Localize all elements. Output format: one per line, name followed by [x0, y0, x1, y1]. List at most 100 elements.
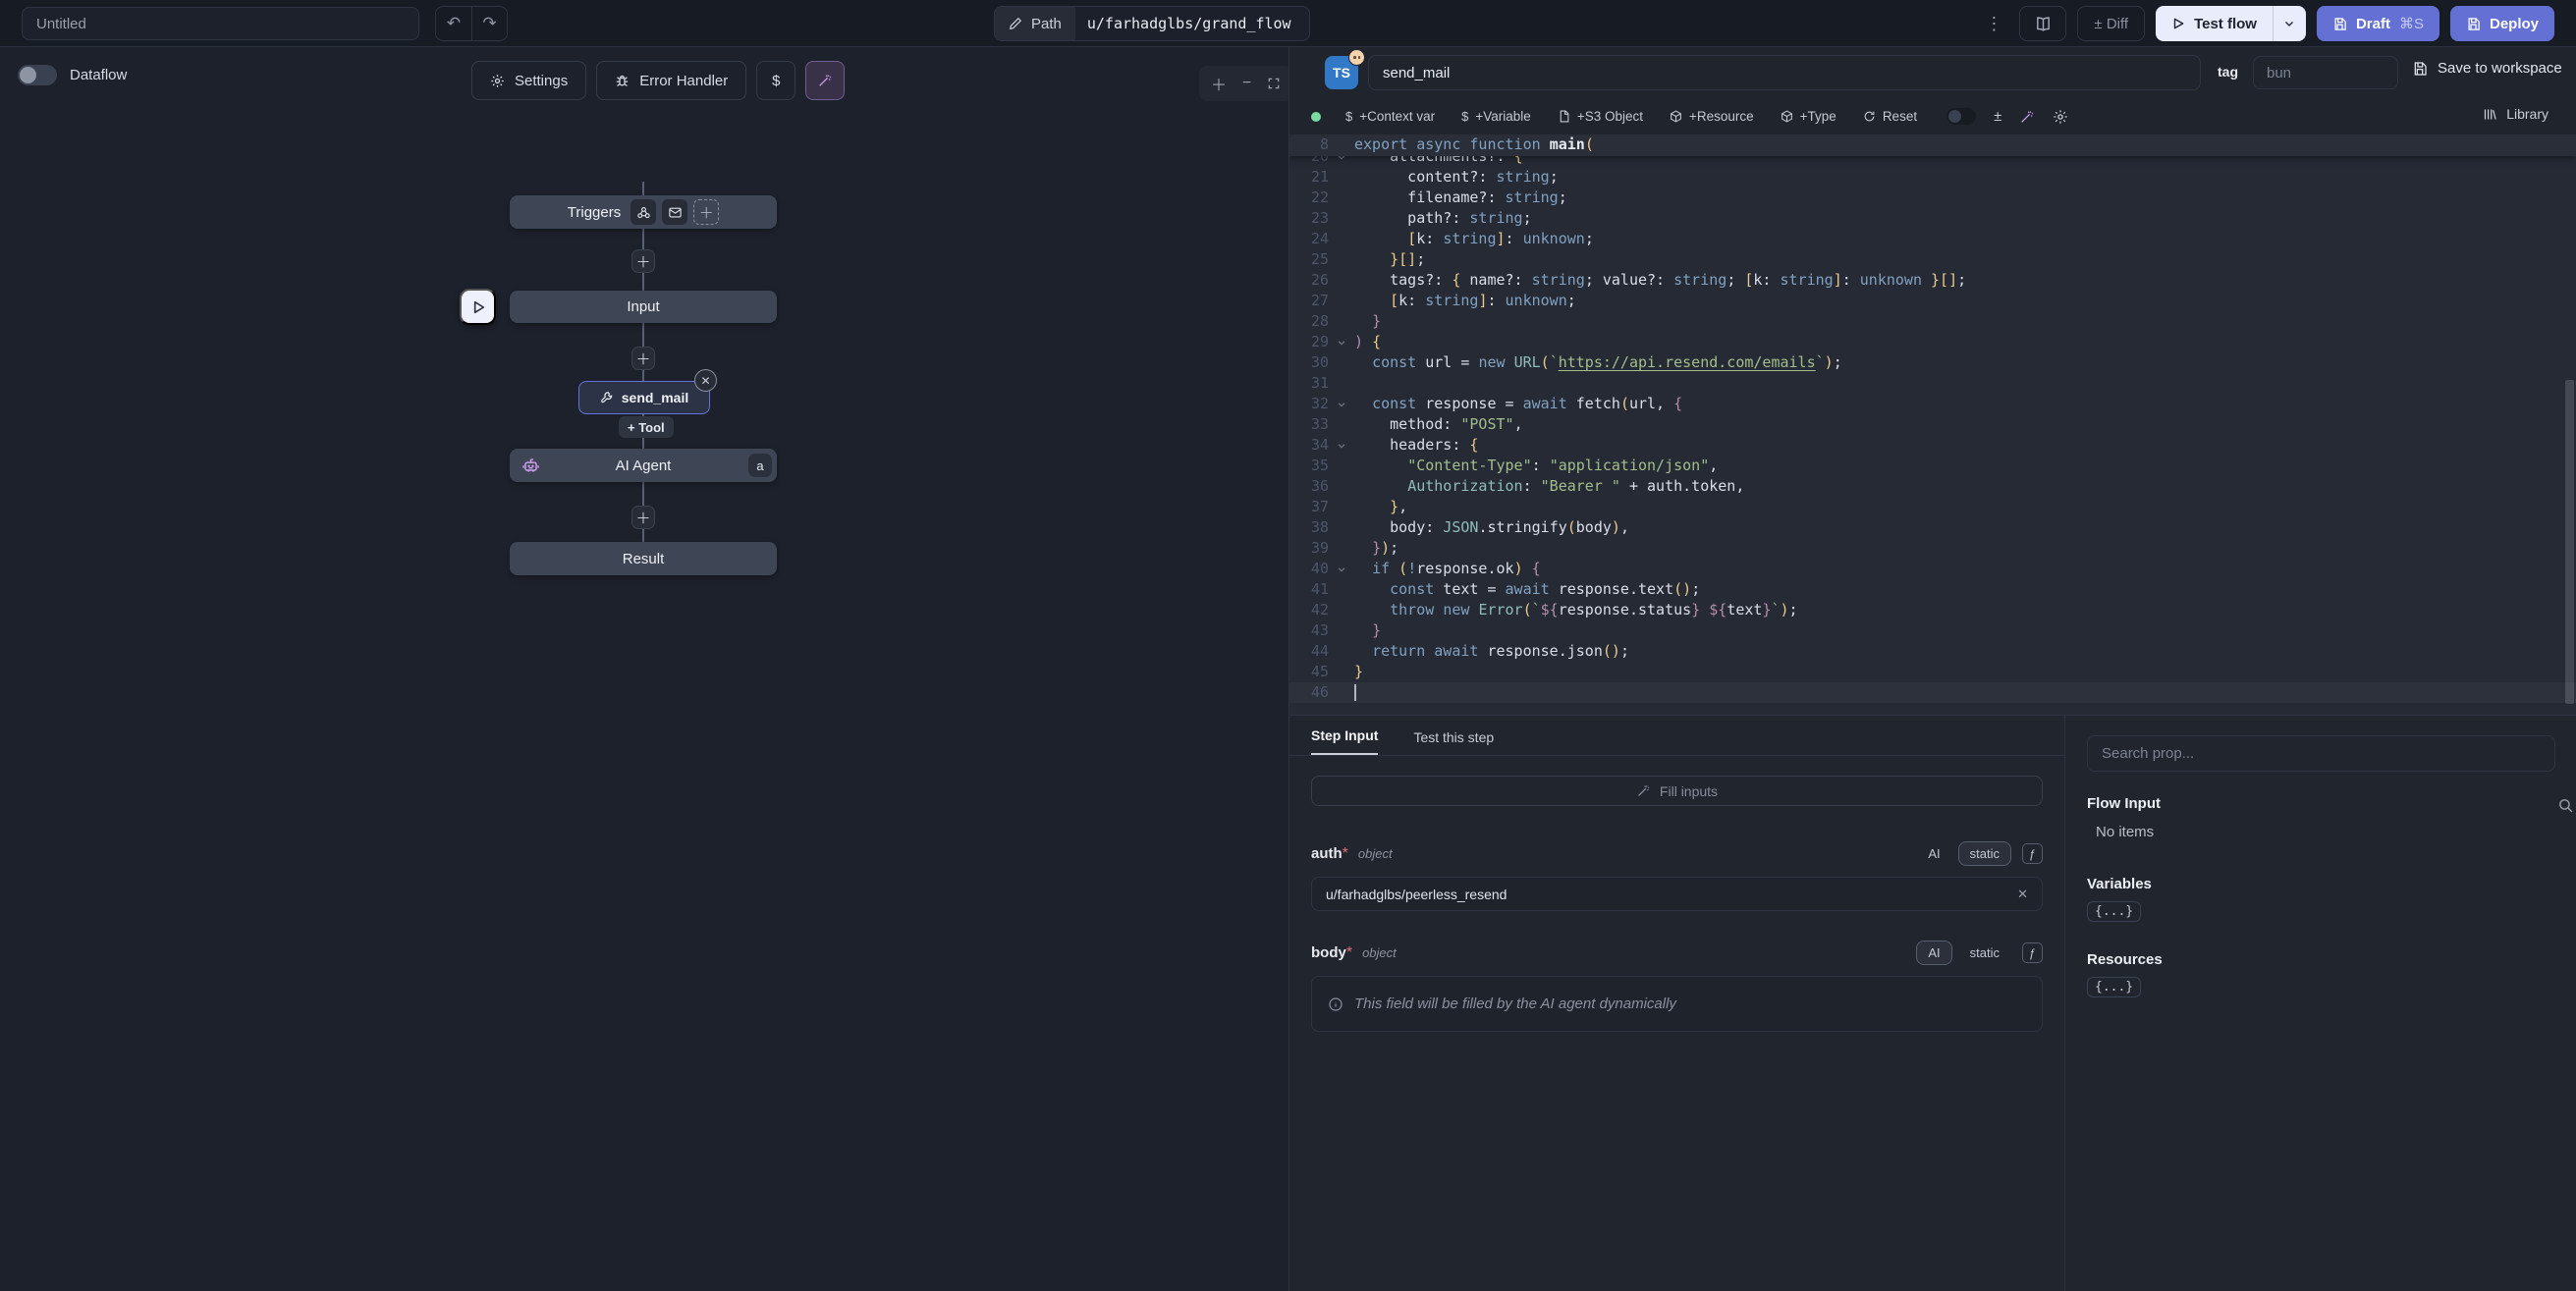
- ai-wand-button[interactable]: [805, 61, 845, 100]
- code-line-46[interactable]: 46: [1289, 682, 2576, 703]
- variables-object-badge[interactable]: {...}: [2087, 901, 2141, 922]
- step-name-input[interactable]: send_mail: [1368, 55, 2201, 90]
- fit-view-button[interactable]: [1267, 77, 1281, 90]
- code-line-39[interactable]: 39 });: [1289, 538, 2576, 559]
- diff-button[interactable]: ± Diff: [2077, 6, 2145, 41]
- auth-mode-static-button[interactable]: static: [1958, 841, 2011, 866]
- deploy-button[interactable]: Deploy: [2450, 6, 2554, 41]
- code-line-24[interactable]: 24 [k: string]: unknown;: [1289, 229, 2576, 249]
- code-line-29[interactable]: 29) {: [1289, 332, 2576, 352]
- test-flow-button[interactable]: Test flow: [2156, 16, 2273, 32]
- code-line-36[interactable]: 36 Authorization: "Bearer " + auth.token…: [1289, 476, 2576, 497]
- result-node[interactable]: Result: [510, 542, 777, 575]
- code-line-43[interactable]: 43 }: [1289, 620, 2576, 641]
- expression-toggle-icon[interactable]: ƒ: [2022, 843, 2043, 864]
- more-menu-button[interactable]: ⋮: [1979, 14, 2008, 34]
- required-marker: *: [1346, 944, 1352, 962]
- code-line-30[interactable]: 30 const url = new URL(`https://api.rese…: [1289, 352, 2576, 373]
- flow-title-input[interactable]: Untitled: [22, 7, 419, 40]
- settings-button[interactable]: Settings: [471, 61, 586, 100]
- zoom-out-button[interactable]: −: [1242, 75, 1251, 92]
- ai-agent-node[interactable]: AI Agent a: [510, 449, 777, 482]
- add-trigger-button[interactable]: ＋: [693, 199, 719, 225]
- field-name: auth: [1311, 845, 1343, 862]
- code-line-23[interactable]: 23 path?: string;: [1289, 208, 2576, 229]
- clear-icon[interactable]: ✕: [2017, 887, 2028, 902]
- run-input-button[interactable]: [460, 289, 496, 325]
- insert-step-button[interactable]: ＋: [631, 347, 655, 370]
- editor-settings-button[interactable]: [2053, 109, 2068, 125]
- code-line-33[interactable]: 33 method: "POST",: [1289, 414, 2576, 435]
- path-chip[interactable]: Path u/farhadglbs/grand_flow: [994, 6, 1310, 41]
- dataflow-toggle[interactable]: [18, 65, 57, 85]
- code-editor[interactable]: 8export async function main( 20 attachme…: [1289, 134, 2576, 715]
- auth-mode-ai-button[interactable]: AI: [1916, 841, 1951, 866]
- body-mode-ai-button[interactable]: AI: [1916, 941, 1951, 965]
- zoom-in-button[interactable]: ＋: [1211, 72, 1227, 95]
- code-line-31[interactable]: 31: [1289, 373, 2576, 394]
- expression-toggle-icon[interactable]: ƒ: [2022, 942, 2043, 963]
- code-line-37[interactable]: 37 },: [1289, 497, 2576, 517]
- code-line-42[interactable]: 42 throw new Error(`${response.status} $…: [1289, 600, 2576, 620]
- undo-button[interactable]: ↶: [436, 7, 471, 40]
- code-line-38[interactable]: 38 body: JSON.stringify(body),: [1289, 517, 2576, 538]
- code-line-34[interactable]: 34 headers: {: [1289, 435, 2576, 456]
- insert-step-button[interactable]: ＋: [631, 506, 655, 529]
- docs-button[interactable]: [2019, 6, 2066, 41]
- toolbar-contextvar-button[interactable]: $+Context var: [1345, 109, 1435, 124]
- assistant-toggle[interactable]: [1946, 108, 1976, 125]
- send-mail-node[interactable]: send_mail: [578, 381, 710, 414]
- code-line-45[interactable]: 45}: [1289, 662, 2576, 682]
- ai-gen-button[interactable]: [2019, 109, 2035, 125]
- save-to-workspace-button[interactable]: Save to workspace: [2412, 60, 2562, 77]
- remove-tool-button[interactable]: ✕: [694, 369, 717, 392]
- code-lines: 20 attachments?: {21 content?: string;22…: [1289, 146, 2576, 703]
- search-icon[interactable]: [2557, 797, 2574, 814]
- code-line-21[interactable]: 21 content?: string;: [1289, 167, 2576, 188]
- editor-scrollbar[interactable]: [2565, 380, 2574, 704]
- library-button[interactable]: Library: [2483, 106, 2549, 122]
- tag-input[interactable]: bun: [2253, 56, 2398, 89]
- draft-button[interactable]: Draft⌘S: [2317, 6, 2439, 41]
- code-line-26[interactable]: 26 tags?: { name?: string; value?: strin…: [1289, 270, 2576, 291]
- code-line-40[interactable]: 40 if (!response.ok) {: [1289, 559, 2576, 579]
- code-line-8[interactable]: 8export async function main(: [1289, 134, 1594, 155]
- email-trigger-icon[interactable]: [662, 199, 687, 225]
- tab-step-input[interactable]: Step Input: [1311, 727, 1378, 755]
- insert-step-button[interactable]: ＋: [631, 249, 655, 273]
- canvas-actions: Settings Error Handler $: [471, 61, 845, 100]
- pencil-icon: [1009, 17, 1022, 30]
- toolbar-type-button[interactable]: +Type: [1781, 109, 1836, 124]
- code-line-44[interactable]: 44 return await response.json();: [1289, 641, 2576, 662]
- context-var-button[interactable]: $: [756, 61, 795, 100]
- code-line-22[interactable]: 22 filename?: string;: [1289, 188, 2576, 208]
- undo-redo-group: ↶ ↷: [435, 6, 508, 41]
- resources-object-badge[interactable]: {...}: [2087, 977, 2141, 997]
- toolbar-variable-button[interactable]: $+Variable: [1461, 109, 1531, 124]
- tag-label: tag: [2218, 64, 2238, 80]
- flow-canvas[interactable]: Dataflow Settings Error Handler $ ＋ −: [0, 47, 1288, 1291]
- dataflow-control: Dataflow: [18, 65, 127, 85]
- test-flow-dropdown[interactable]: [2273, 6, 2306, 41]
- fill-inputs-button[interactable]: Fill inputs: [1311, 776, 2043, 806]
- input-node[interactable]: Input: [510, 291, 777, 323]
- search-prop-input[interactable]: Search prop...: [2087, 735, 2555, 772]
- code-line-25[interactable]: 25 }[];: [1289, 249, 2576, 270]
- auth-value-input[interactable]: u/farhadglbs/peerless_resend ✕: [1311, 877, 2043, 911]
- toolbar-s3object-button[interactable]: +S3 Object: [1558, 109, 1643, 124]
- toolbar-reset-button[interactable]: Reset: [1863, 109, 1917, 124]
- code-line-41[interactable]: 41 const text = await response.text();: [1289, 579, 2576, 600]
- body-mode-static-button[interactable]: static: [1958, 941, 2011, 965]
- code-line-35[interactable]: 35 "Content-Type": "application/json",: [1289, 456, 2576, 476]
- tab-test-this-step[interactable]: Test this step: [1413, 729, 1494, 755]
- code-line-27[interactable]: 27 [k: string]: unknown;: [1289, 291, 2576, 311]
- add-tool-button[interactable]: + Tool: [619, 416, 674, 438]
- webhook-trigger-icon[interactable]: [630, 199, 656, 225]
- code-line-28[interactable]: 28 }: [1289, 311, 2576, 332]
- triggers-node[interactable]: Triggers ＋: [510, 195, 777, 229]
- code-line-32[interactable]: 32 const response = await fetch(url, {: [1289, 394, 2576, 414]
- toolbar-resource-button[interactable]: +Resource: [1670, 109, 1754, 124]
- redo-button[interactable]: ↷: [471, 7, 507, 40]
- diff-mode-button[interactable]: ±: [1994, 108, 2001, 125]
- error-handler-button[interactable]: Error Handler: [596, 61, 746, 100]
